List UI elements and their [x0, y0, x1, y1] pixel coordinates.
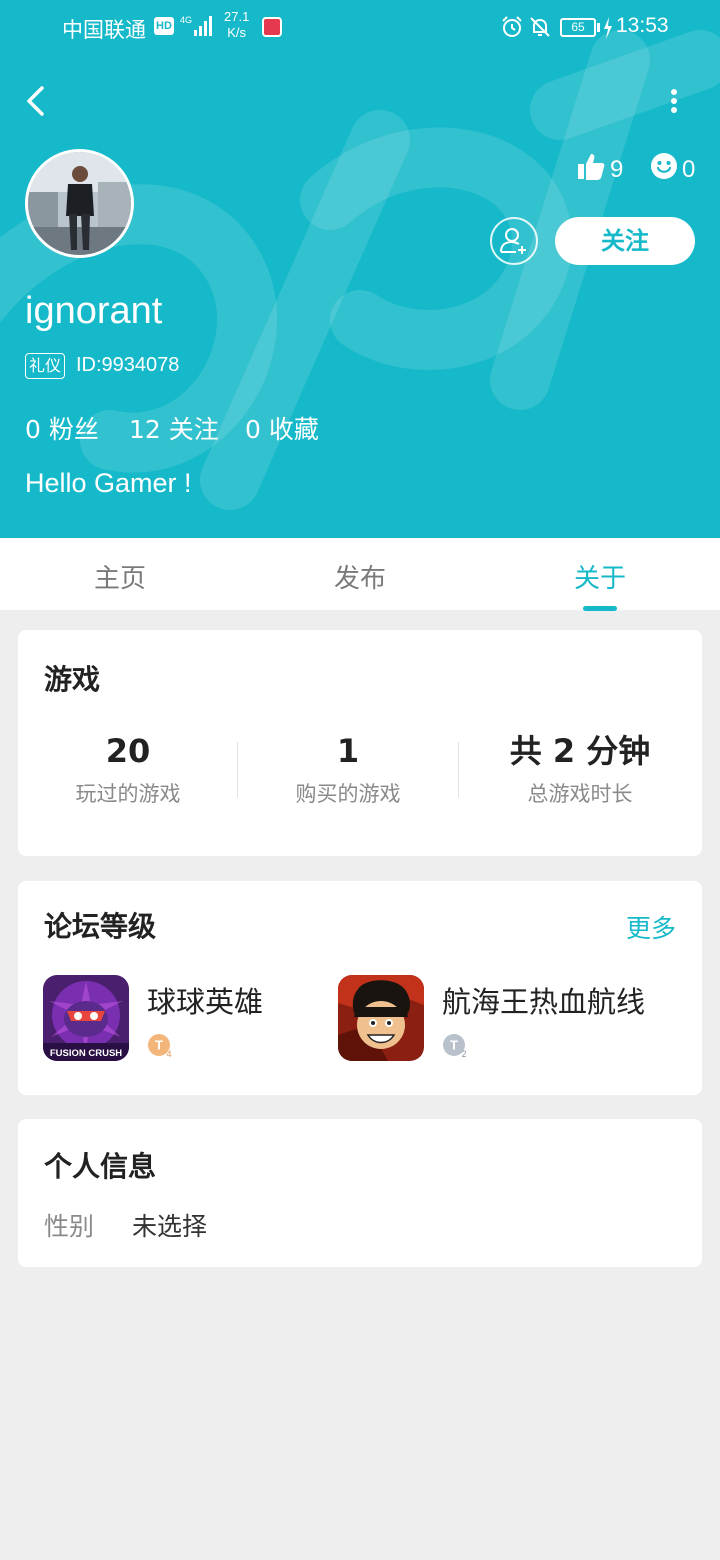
games-card: 游戏 20 玩过的游戏 1 购买的游戏 共 2 分钟 总游戏时长: [18, 630, 702, 856]
battery-icon: 65: [560, 18, 596, 37]
user-badge: 礼仪: [25, 353, 66, 379]
book-app-icon: [262, 17, 282, 37]
clock: 13:53: [616, 14, 669, 37]
forum-item-onepiece[interactable]: 航海王热血航线 T 2: [338, 975, 658, 1061]
game-icon-fusion-crush: FUSION CRUSH: [43, 975, 129, 1061]
alarm-icon: [502, 16, 522, 37]
avatar[interactable]: [25, 149, 134, 258]
level-badge-icon: T 4: [148, 1034, 172, 1059]
personal-info-card: 个人信息 性别 未选择: [18, 1119, 702, 1267]
avatar-photo: [28, 152, 131, 255]
info-card-title: 个人信息: [44, 1150, 157, 1183]
carrier-name: 中国联通: [62, 19, 146, 42]
thumbs-up-icon: [578, 154, 605, 180]
smile-icon: [651, 153, 677, 179]
favorites-stat[interactable]: 0 收藏: [245, 410, 319, 446]
notification-off-icon: [530, 17, 550, 37]
back-arrow-icon[interactable]: [22, 84, 52, 118]
svg-text:2: 2: [461, 1049, 466, 1059]
tab-home[interactable]: 主页: [40, 558, 200, 595]
tab-posts[interactable]: 发布: [280, 558, 440, 595]
status-bar: 中国联通 HD 4G 27.1 K/s 65 13:53: [0, 0, 720, 56]
forum-item-qiuqiu[interactable]: FUSION CRUSH 球球英雄 T 4: [43, 975, 363, 1061]
hd-badge: HD: [154, 17, 174, 35]
gender-label: 性别: [44, 1212, 95, 1241]
forum-level-card: 论坛等级 更多 FUSION CRUSH 球球英雄 T 4 航海王热血航线 T …: [18, 881, 702, 1095]
follow-button[interactable]: 关注: [555, 217, 695, 265]
charging-icon: [604, 17, 612, 39]
play-time-stat: 共 2 分钟 总游戏时长: [509, 732, 651, 806]
more-link[interactable]: 更多: [626, 909, 676, 945]
games-card-title: 游戏: [44, 663, 101, 696]
forum-name: 球球英雄: [147, 985, 264, 1019]
watermark-logo: [0, 30, 720, 510]
game-icon-one-piece: [338, 975, 424, 1061]
forum-card-title: 论坛等级: [44, 910, 157, 943]
signal-icon: 4G: [180, 15, 212, 36]
played-games-stat[interactable]: 20 玩过的游戏: [18, 728, 238, 808]
network-speed: 27.1 K/s: [224, 9, 250, 40]
tab-about[interactable]: 关于: [520, 558, 680, 595]
svg-text:4G: 4G: [180, 15, 192, 25]
svg-text:4: 4: [166, 1049, 171, 1059]
user-bio: Hello Gamer !: [25, 468, 192, 498]
gender-value: 未选择: [132, 1212, 208, 1241]
forum-name: 航海王热血航线: [442, 985, 646, 1019]
following-stat[interactable]: 12 关注: [129, 410, 219, 446]
followers-stat[interactable]: 0 粉丝: [25, 410, 99, 446]
purchased-games-stat[interactable]: 1 购买的游戏: [238, 728, 458, 808]
level-badge-icon: T 2: [443, 1034, 467, 1059]
svg-text:T: T: [450, 1038, 458, 1053]
svg-text:T: T: [155, 1038, 163, 1053]
active-tab-indicator: [583, 606, 617, 611]
add-user-icon: [500, 228, 526, 254]
add-friend-button[interactable]: [490, 217, 538, 265]
username: ignorant: [25, 290, 163, 332]
profile-header: 中国联通 HD 4G 27.1 K/s 65 13:53 9 0 关注 igno…: [0, 0, 720, 538]
user-id: ID:9934078: [76, 354, 180, 376]
divider: [458, 742, 459, 798]
profile-tabs: 主页 发布 关于: [0, 538, 720, 610]
more-menu-icon[interactable]: [662, 84, 686, 118]
game-icon-text: FUSION CRUSH: [50, 1048, 122, 1059]
